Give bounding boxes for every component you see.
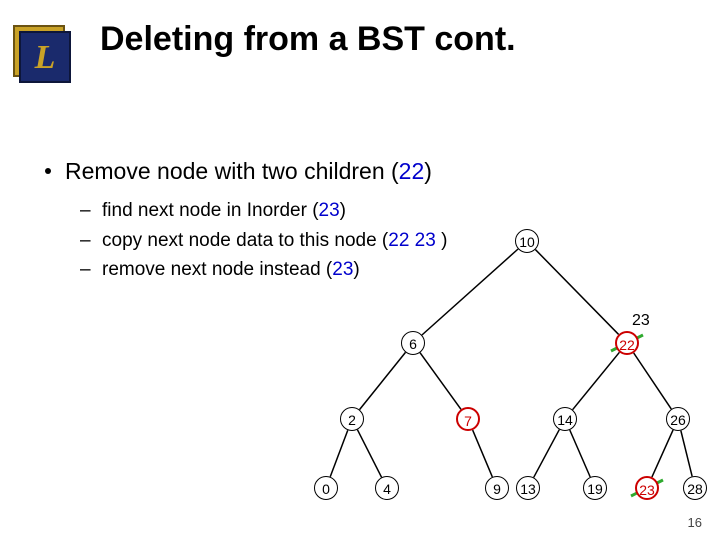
tree-edges <box>0 0 720 540</box>
annotation-23: 23 <box>632 312 650 330</box>
slide-number: 16 <box>688 515 702 530</box>
